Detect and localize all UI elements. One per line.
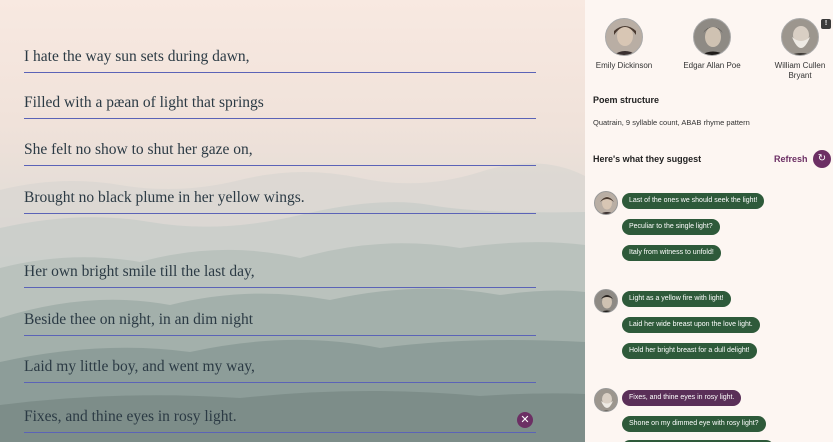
refresh-button[interactable]: ↻ xyxy=(813,150,831,168)
suggestion-chip[interactable]: Peculiar to the single light? xyxy=(622,219,720,235)
suggestion-avatar-bryant xyxy=(594,388,618,412)
structure-title: Poem structure xyxy=(593,95,660,105)
poem-line-2[interactable]: Filled with a pæan of light that springs xyxy=(24,91,536,119)
refresh-icon: ↻ xyxy=(817,153,827,164)
poem-line-7[interactable]: Laid my little boy, and went my way, xyxy=(24,355,536,383)
poem-line-8[interactable]: Fixes, and thine eyes in rosy light. xyxy=(24,405,536,433)
poet-name: William Cullen Bryant xyxy=(774,61,826,80)
clear-line-button[interactable]: ✕ xyxy=(517,412,533,428)
poem-line-6[interactable]: Beside thee on night, in an dim night xyxy=(24,308,536,336)
poem-line-3[interactable]: She felt no show to shut her gaze on, xyxy=(24,138,536,166)
poet-emily-dickinson[interactable]: Emily Dickinson xyxy=(589,18,659,71)
poet-name: Edgar Allan Poe xyxy=(683,61,741,70)
poem-line-4[interactable]: Brought no black plume in her yellow win… xyxy=(24,186,536,214)
suggestion-chip[interactable]: Shone on my dimmed eye with rosy light? xyxy=(622,416,766,432)
suggestion-chip[interactable]: Light as a yellow fire with light! xyxy=(622,291,731,307)
poem-editor: I hate the way sun sets during dawn, Fil… xyxy=(0,0,585,442)
close-icon: ✕ xyxy=(520,413,530,426)
suggestion-avatar-dickinson xyxy=(594,191,618,215)
suggestion-chip[interactable]: Italy from witness to unfold! xyxy=(622,245,721,261)
poem-line-1[interactable]: I hate the way sun sets during dawn, xyxy=(24,45,536,73)
suggestion-chip[interactable]: Hold her bright breast for a dull deligh… xyxy=(622,343,757,359)
suggestion-avatar-poe xyxy=(594,289,618,313)
avatar xyxy=(693,18,731,56)
suggestion-chip-selected[interactable]: Fixes, and thine eyes in rosy light. xyxy=(622,390,742,406)
poet-edgar-allan-poe[interactable]: Edgar Allan Poe xyxy=(677,18,747,71)
suggestion-panel: Emily Dickinson Edgar Allan Poe William … xyxy=(585,0,833,442)
poem-line-5[interactable]: Her own bright smile till the last day, xyxy=(24,260,536,288)
suggestion-chip[interactable]: Laid her wide breast upon the love light… xyxy=(622,317,760,333)
suggest-title: Here's what they suggest xyxy=(593,154,702,164)
refresh-label[interactable]: Refresh xyxy=(774,154,808,164)
notification-badge[interactable]: ! xyxy=(821,19,831,29)
suggestion-chip[interactable]: Last of the ones we should seek the ligh… xyxy=(622,193,765,209)
poet-name: Emily Dickinson xyxy=(595,61,653,70)
avatar xyxy=(781,18,819,56)
structure-text: Quatrain, 9 syllable count, ABAB rhyme p… xyxy=(593,118,750,127)
avatar xyxy=(605,18,643,56)
